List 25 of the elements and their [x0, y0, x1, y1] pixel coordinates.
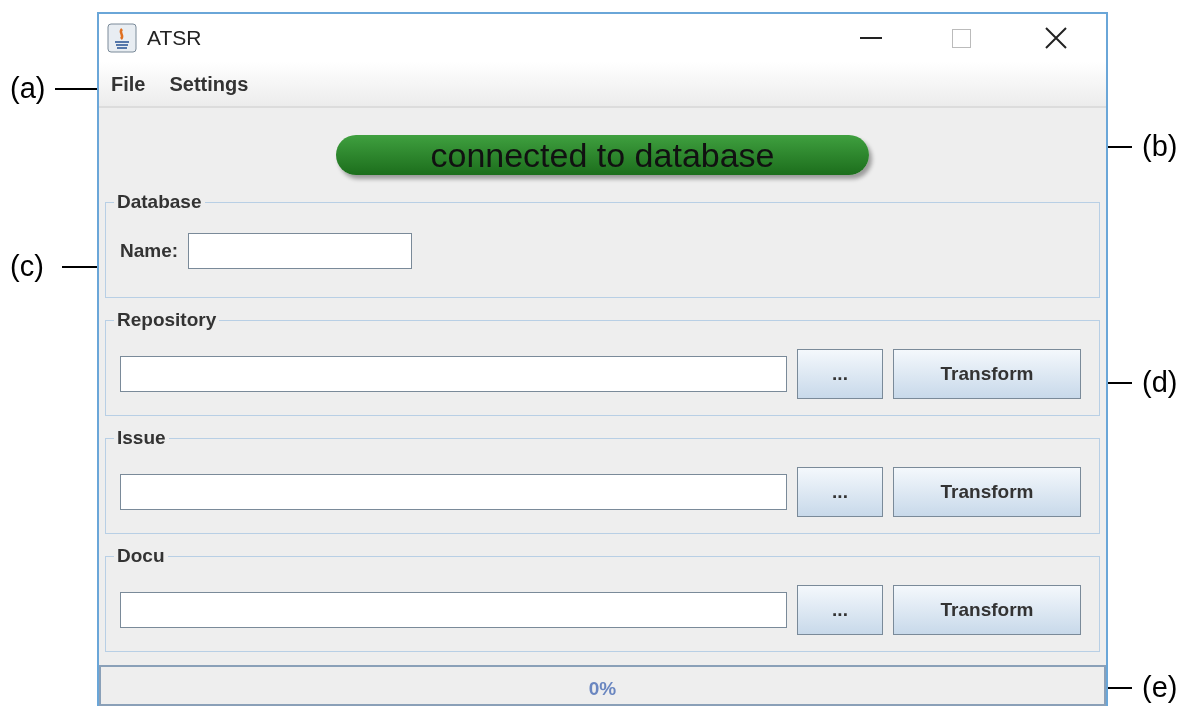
menu-item[interactable]: File [111, 69, 146, 99]
connection-status: connected to database [336, 135, 869, 175]
callout-label: (e) [1142, 671, 1178, 703]
callout-label: (b) [1142, 130, 1178, 162]
path-field[interactable] [120, 474, 787, 510]
transform-button[interactable]: Transform [893, 467, 1081, 517]
close-icon [1045, 27, 1067, 49]
callout-label: (c) [10, 250, 44, 282]
path-field[interactable] [120, 356, 787, 392]
callout-label: (d) [1142, 366, 1178, 398]
transform-button[interactable]: Transform [893, 349, 1081, 399]
minimize-icon [860, 37, 882, 39]
name-field[interactable] [188, 233, 413, 269]
path-field[interactable] [120, 592, 787, 628]
window-title: ATSR [147, 25, 202, 52]
browse-button[interactable]: ... [797, 585, 883, 635]
browse-button[interactable]: ... [797, 467, 883, 517]
name-label: Name: [120, 238, 179, 263]
menu-item[interactable]: Settings [169, 69, 249, 99]
maximize-icon [951, 28, 971, 48]
transform-button[interactable]: Transform [893, 585, 1081, 635]
callout-label: (a) [10, 72, 46, 104]
browse-button[interactable]: ... [797, 349, 883, 399]
app-icon [107, 23, 137, 53]
progress-text: 0% [588, 677, 617, 701]
